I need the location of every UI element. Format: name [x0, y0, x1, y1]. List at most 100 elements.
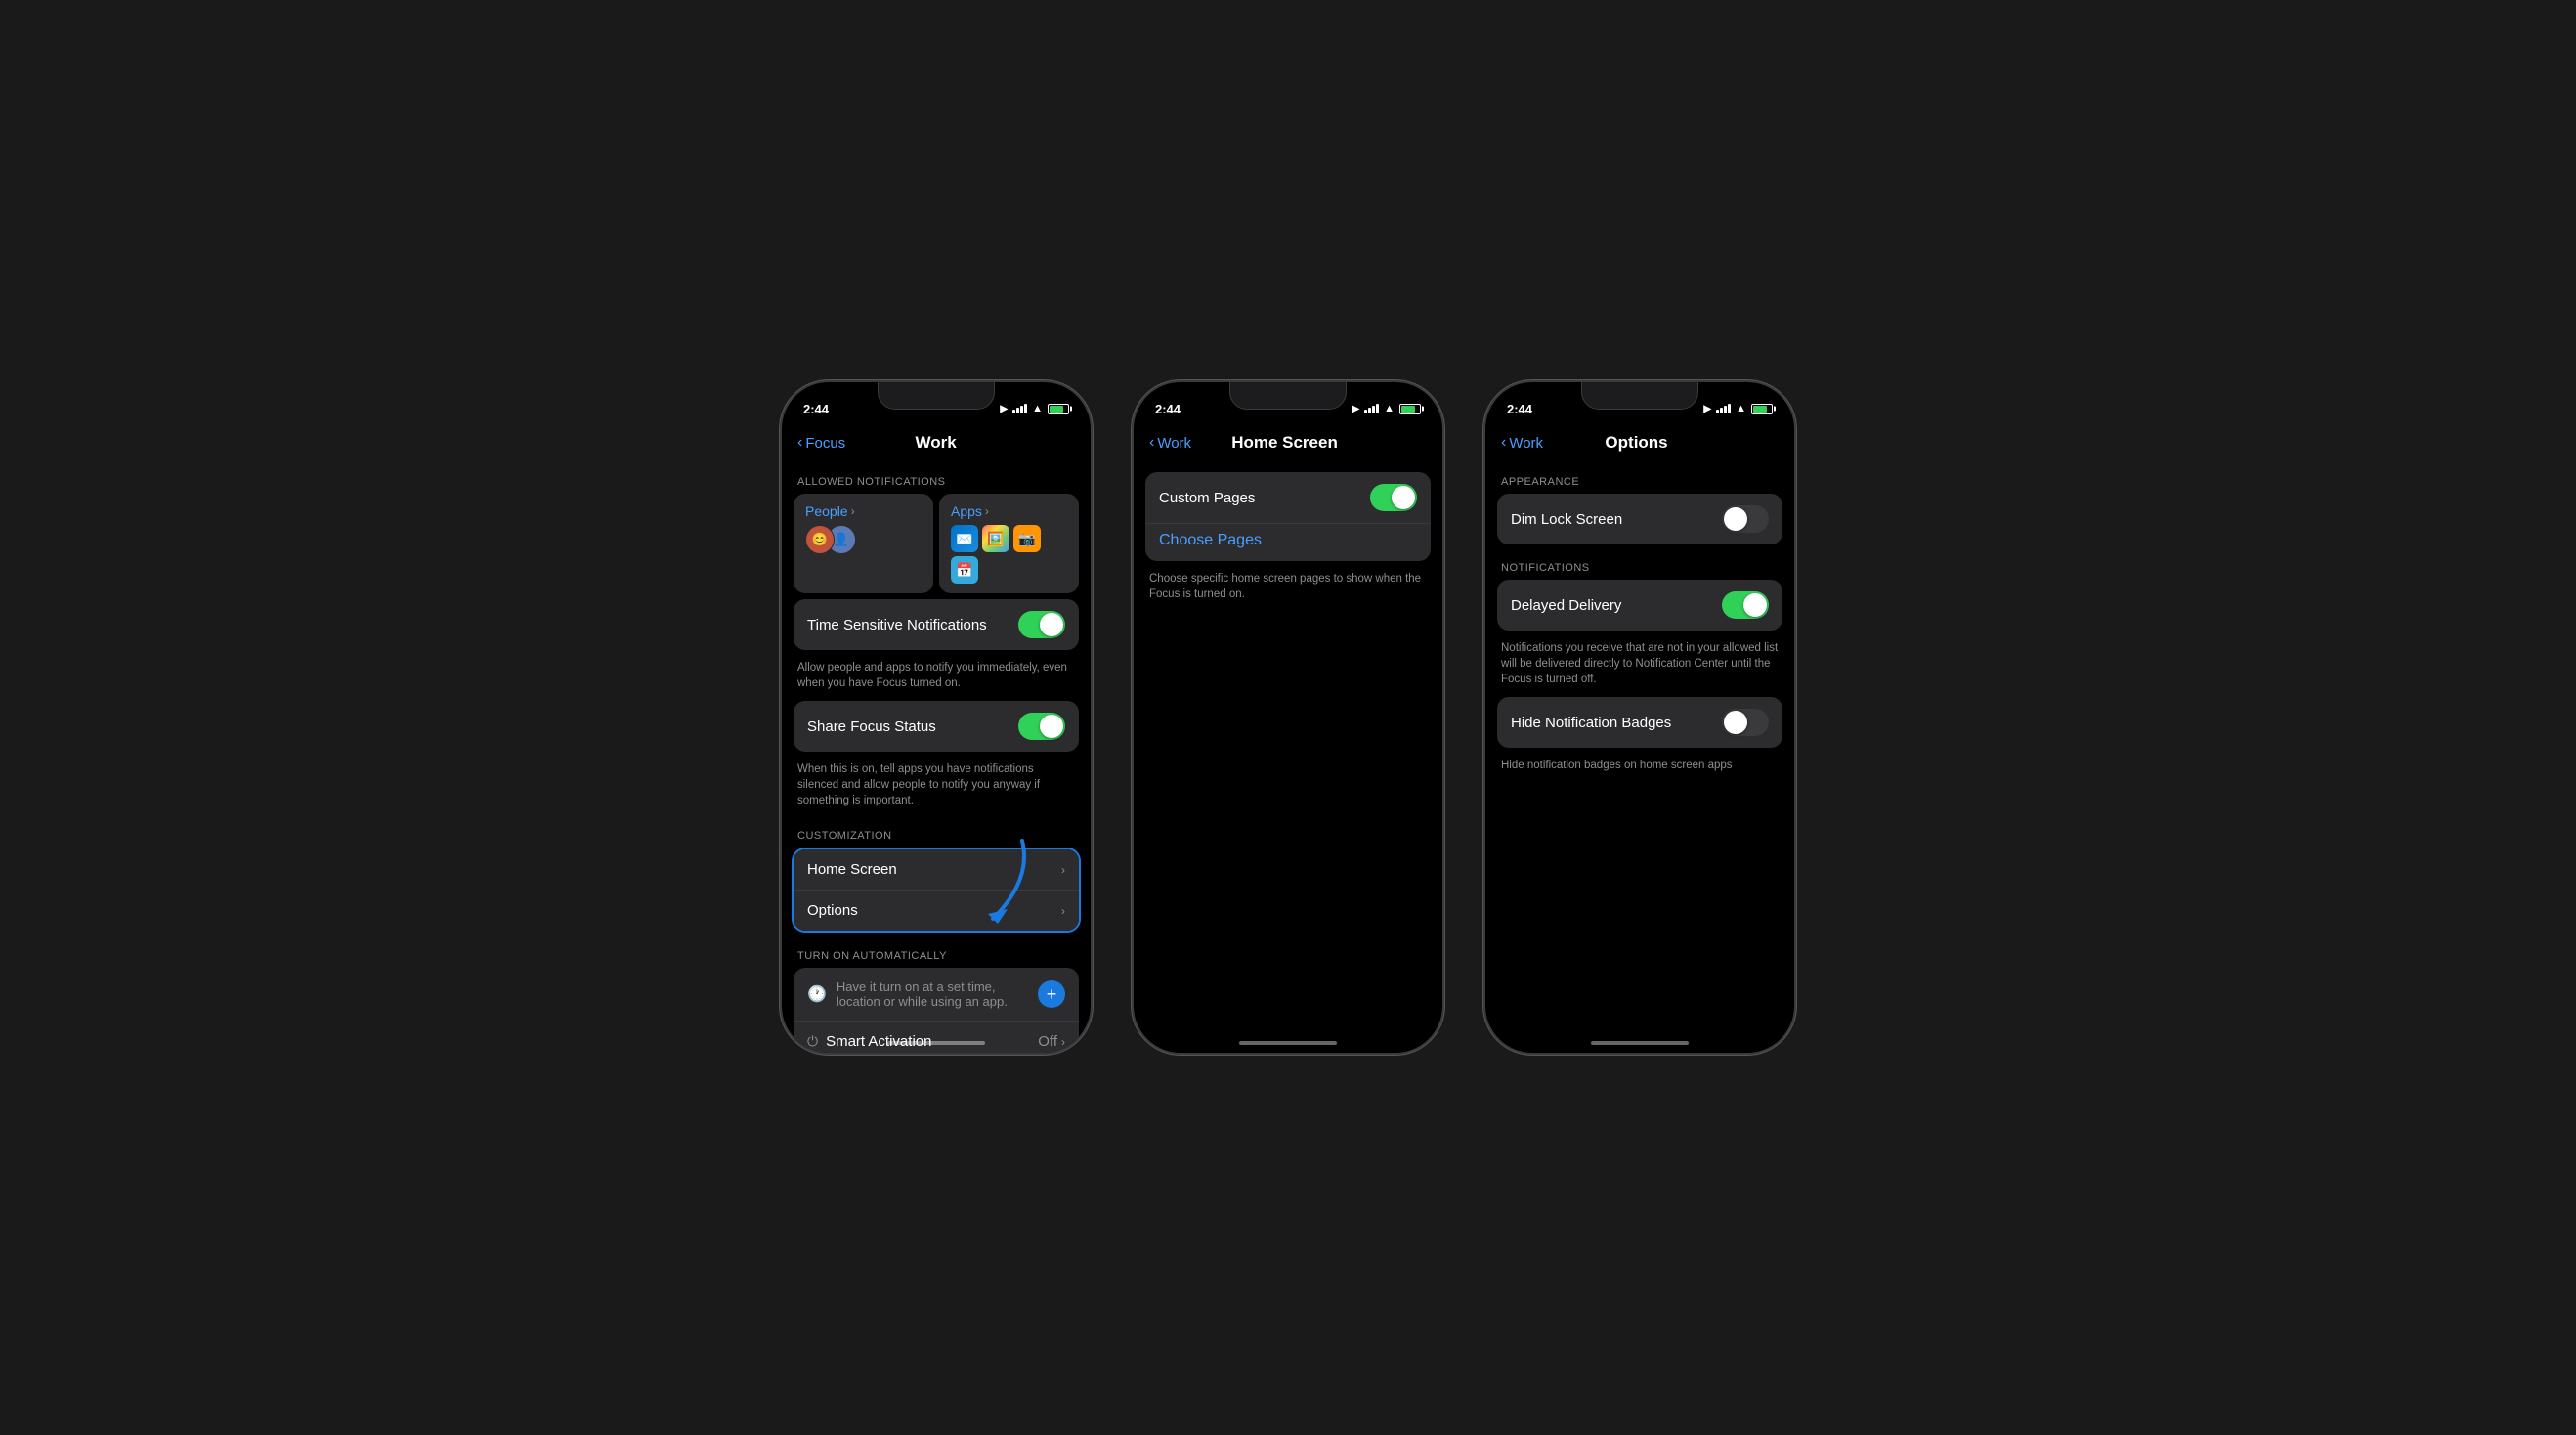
back-chevron-icon-3: ‹ [1501, 434, 1506, 452]
location-icon-3: ▶ [1703, 404, 1711, 414]
back-chevron-icon-2: ‹ [1149, 434, 1154, 452]
other-app-icon-2: 📅 [951, 556, 978, 584]
status-icons-2: ▶ ▲ [1352, 403, 1421, 414]
iphone-2: 2:44 ▶ ▲ ‹ Work Home Screen [1132, 380, 1444, 1055]
signal-icon-3 [1716, 404, 1731, 413]
allowed-row: People › 😊 👤 Apps › ✉️ [794, 494, 1079, 593]
delayed-delivery-label: Delayed Delivery [1511, 597, 1722, 614]
home-indicator-2 [1239, 1041, 1337, 1045]
customization-highlight-box: Home Screen › Options › [792, 848, 1081, 933]
clock-icon: 🕐 [807, 984, 827, 1004]
scroll-content-3[interactable]: APPEARANCE Dim Lock Screen NOTIFICATIONS [1485, 464, 1794, 1053]
scroll-content-2[interactable]: Custom Pages Choose Pages Choose specifi… [1134, 464, 1442, 1053]
battery-icon-3 [1751, 404, 1773, 414]
avatar-1: 😊 [805, 525, 835, 554]
status-time-3: 2:44 [1507, 402, 1532, 416]
custom-pages-section: Custom Pages Choose Pages Choose specifi… [1134, 472, 1442, 612]
share-focus-desc: When this is on, tell apps you have noti… [782, 758, 1091, 818]
wifi-icon-2: ▲ [1384, 403, 1395, 414]
time-sensitive-desc: Allow people and apps to notify you imme… [782, 656, 1091, 701]
iphone-1: 2:44 ▶ ▲ ‹ Focus Work ALLOWED [780, 380, 1093, 1055]
time-sensitive-toggle[interactable] [1018, 611, 1065, 638]
hide-badges-row: Hide Notification Badges [1497, 697, 1782, 748]
time-sensitive-label: Time Sensitive Notifications [807, 617, 1018, 633]
back-chevron-icon: ‹ [797, 434, 802, 452]
avatars-container: 😊 👤 [805, 525, 922, 554]
page-title-2: Home Screen [1231, 433, 1338, 453]
photos-app-icon: 🖼️ [982, 525, 1009, 552]
apps-title: Apps › [951, 503, 1067, 519]
iphone-3: 2:44 ▶ ▲ ‹ Work Options [1483, 380, 1796, 1055]
time-sensitive-card: Time Sensitive Notifications [794, 599, 1079, 650]
status-time-2: 2:44 [1155, 402, 1181, 416]
mail-app-icon: ✉️ [951, 525, 978, 552]
delayed-delivery-desc: Notifications you receive that are not i… [1485, 636, 1794, 697]
custom-pages-toggle[interactable] [1370, 484, 1417, 511]
appearance-card: Dim Lock Screen [1497, 494, 1782, 544]
customization-section-label: CUSTOMIZATION [782, 818, 1091, 848]
hide-badges-label: Hide Notification Badges [1511, 715, 1722, 731]
scroll-content-1[interactable]: ALLOWED NOTIFICATIONS People › 😊 👤 [782, 464, 1091, 1053]
hide-badges-toggle[interactable] [1722, 709, 1769, 736]
status-icons-3: ▶ ▲ [1703, 403, 1773, 414]
signal-icon-2 [1364, 404, 1379, 413]
nav-bar-1: ‹ Focus Work [782, 425, 1091, 464]
smart-activation-row[interactable]: ⏻ Smart Activation Off › [794, 1021, 1079, 1053]
back-button-2[interactable]: ‹ Work [1149, 434, 1191, 452]
options-label: Options [807, 902, 1061, 919]
auto-desc-label: Have it turn on at a set time, location … [837, 979, 1028, 1009]
add-auto-button[interactable]: + [1038, 980, 1065, 1008]
auto-section-label: TURN ON AUTOMATICALLY [782, 938, 1091, 968]
app-icons-row: ✉️ 🖼️ 📷 📅 [951, 525, 1067, 584]
allowed-section-label: ALLOWED NOTIFICATIONS [782, 464, 1091, 494]
delayed-delivery-toggle[interactable] [1722, 591, 1769, 619]
back-label-2: Work [1157, 435, 1191, 452]
home-screen-chevron: › [1061, 863, 1065, 877]
apps-card[interactable]: Apps › ✉️ 🖼️ 📷 📅 [939, 494, 1079, 593]
back-label-1: Focus [805, 435, 845, 452]
location-icon-2: ▶ [1352, 404, 1359, 414]
share-focus-toggle[interactable] [1018, 713, 1065, 740]
apps-chevron: › [985, 504, 989, 518]
appearance-section: APPEARANCE Dim Lock Screen [1485, 464, 1794, 544]
page-title-1: Work [915, 433, 956, 453]
notifications-section: NOTIFICATIONS Delayed Delivery Notificat… [1485, 550, 1794, 783]
share-focus-label: Share Focus Status [807, 718, 1018, 735]
nav-bar-3: ‹ Work Options [1485, 425, 1794, 464]
signal-icon [1012, 404, 1027, 413]
home-indicator-1 [887, 1041, 985, 1045]
people-title: People › [805, 503, 922, 519]
options-row-item[interactable]: Options › [794, 890, 1079, 931]
home-indicator-3 [1591, 1041, 1689, 1045]
auto-row[interactable]: 🕐 Have it turn on at a set time, locatio… [794, 968, 1079, 1021]
back-button-1[interactable]: ‹ Focus [797, 434, 845, 452]
status-icons-1: ▶ ▲ [1000, 403, 1069, 414]
custom-pages-card: Custom Pages Choose Pages [1145, 472, 1431, 561]
wifi-icon-3: ▲ [1736, 403, 1746, 414]
power-icon: ⏻ [807, 1033, 818, 1050]
home-screen-row-item[interactable]: Home Screen › [794, 849, 1079, 890]
page-title-3: Options [1605, 433, 1667, 453]
people-card[interactable]: People › 😊 👤 [794, 494, 933, 593]
custom-pages-desc: Choose specific home screen pages to sho… [1134, 567, 1442, 612]
notifications-label: NOTIFICATIONS [1485, 550, 1794, 580]
share-focus-row: Share Focus Status [794, 701, 1079, 752]
nav-bar-2: ‹ Work Home Screen [1134, 425, 1442, 464]
smart-activation-value: Off [1038, 1033, 1057, 1050]
custom-pages-toggle-row: Custom Pages [1145, 472, 1431, 523]
location-icon: ▶ [1000, 404, 1008, 414]
back-label-3: Work [1509, 435, 1543, 452]
battery-icon [1048, 404, 1069, 414]
appearance-label: APPEARANCE [1485, 464, 1794, 494]
customization-card: Home Screen › Options › [794, 849, 1079, 931]
smart-activation-chevron: › [1061, 1035, 1065, 1049]
time-sensitive-row: Time Sensitive Notifications [794, 599, 1079, 650]
dim-lock-toggle[interactable] [1722, 505, 1769, 533]
back-button-3[interactable]: ‹ Work [1501, 434, 1543, 452]
notifications-card: Delayed Delivery [1497, 580, 1782, 631]
choose-pages-link[interactable]: Choose Pages [1145, 523, 1431, 561]
hide-badges-desc: Hide notification badges on home screen … [1485, 754, 1794, 783]
custom-pages-label: Custom Pages [1159, 490, 1370, 506]
other-app-icon-1: 📷 [1013, 525, 1041, 552]
home-screen-label: Home Screen [807, 861, 1061, 878]
